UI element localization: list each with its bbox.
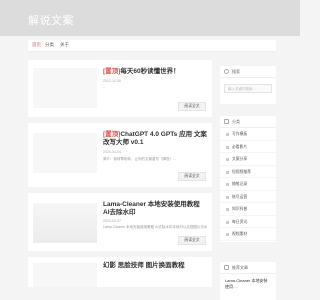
category-item[interactable]: 短视频推荐	[220, 166, 276, 178]
post-thumbnail[interactable]	[33, 263, 97, 287]
category-icon	[226, 170, 229, 174]
category-item[interactable]: 写作模板	[220, 128, 276, 141]
nav-item-about[interactable]: 关于	[60, 42, 69, 48]
read-more-button[interactable]: 阅读全文	[178, 172, 206, 181]
post-title[interactable]: [置顶]每天60秒读懂世界！	[103, 68, 207, 76]
recommended-post-link[interactable]: Lama-Cleaner 本地安装使用…	[225, 278, 271, 290]
search-widget: 搜索 输入关键词搜索…	[220, 66, 276, 104]
category-item[interactable]: 必看影片	[220, 141, 276, 153]
post-excerpt: ...	[103, 85, 106, 89]
category-icon	[226, 145, 229, 149]
site-title[interactable]: 解说文案	[28, 12, 74, 28]
category-icon	[226, 195, 229, 199]
category-item[interactable]: 每日资讯	[220, 216, 276, 228]
nav-item-home[interactable]: 首页	[32, 42, 41, 48]
widget-header: 分类	[220, 116, 276, 128]
widget-header: 搜索	[220, 66, 276, 78]
post-excerpt: Lama-Cleaner 本地安装使用教程 AI去除水印本地可以实现图片去水印.…	[103, 225, 207, 229]
category-item[interactable]: 随笔记录	[220, 178, 276, 191]
category-icon	[226, 133, 229, 136]
post-list: [置顶]每天60秒读懂世界！ 2022-12-30 ... 阅读全文 [置顶]C…	[28, 60, 212, 293]
category-item[interactable]: 文案分享	[220, 153, 276, 166]
nav-item-category[interactable]: 分类	[45, 42, 54, 48]
post-thumbnail[interactable]	[33, 133, 97, 173]
post-date: 2022-12-30	[103, 79, 121, 83]
pinned-tag: [置顶]	[103, 131, 121, 138]
widget-title: 搜索	[232, 69, 240, 74]
category-item[interactable]: 账号运营	[220, 191, 276, 203]
post-date: 2024-03-27	[103, 219, 121, 223]
read-more-button[interactable]: 阅读全文	[178, 236, 206, 245]
top-nav: 首页 分类 关于	[28, 40, 276, 52]
search-icon	[224, 69, 229, 74]
search-input[interactable]: 输入关键词搜索…	[224, 84, 272, 93]
folder-icon	[224, 119, 229, 124]
category-item[interactable]: 知识科普	[220, 203, 276, 216]
categories-widget: 分类 写作模板 必看影片 文案分享 短视频推荐 随笔记录 账号运营 知识科普 每…	[220, 116, 276, 242]
post-title[interactable]: 幻影 思脸技师 图片换面教程	[103, 262, 207, 270]
post-card: [置顶]每天60秒读懂世界！ 2022-12-30 ... 阅读全文	[28, 60, 212, 117]
post-title[interactable]: [置顶]ChatGPT 4.0 GPTs 应用 文案改写大师 v0.1	[103, 131, 207, 147]
post-card: [置顶]ChatGPT 4.0 GPTs 应用 文案改写大师 v0.1 2024…	[28, 123, 212, 187]
widget-header: 推荐文章	[220, 262, 276, 274]
category-icon	[226, 183, 229, 186]
category-icon	[226, 158, 229, 161]
post-card: 幻影 思脸技师 图片换面教程	[28, 257, 212, 287]
post-title[interactable]: Lama-Cleaner 本地安装使用教程 AI去除水印	[103, 201, 207, 217]
category-icon	[226, 233, 229, 236]
hero-banner: 解说文案	[0, 0, 300, 36]
post-date: 2024-04-04	[103, 150, 121, 154]
post-thumbnail[interactable]	[33, 203, 97, 243]
category-item[interactable]: 视频素材	[220, 228, 276, 241]
post-card: Lama-Cleaner 本地安装使用教程 AI去除水印 2024-03-27 …	[28, 193, 212, 251]
post-thumbnail[interactable]	[33, 68, 97, 108]
category-icon	[226, 208, 229, 211]
recommended-widget: 推荐文章 Lama-Cleaner 本地安装使用…	[220, 262, 276, 300]
widget-title: 推荐文章	[232, 265, 248, 270]
read-more-button[interactable]: 阅读全文	[178, 102, 206, 111]
category-icon	[226, 220, 229, 224]
article-icon	[224, 265, 229, 270]
pinned-tag: [置顶]	[103, 68, 121, 75]
post-excerpt: 简介：我将帮助你，让你的文案重写（降低）...	[103, 157, 176, 161]
widget-title: 分类	[232, 119, 240, 124]
